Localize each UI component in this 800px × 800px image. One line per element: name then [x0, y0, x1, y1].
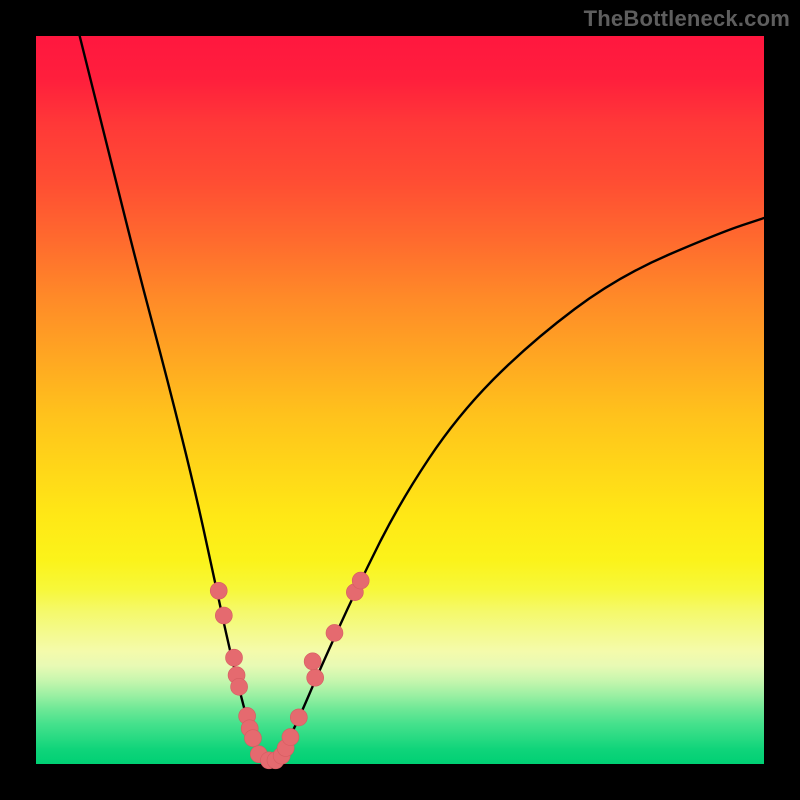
data-point-right-mid-1: [290, 709, 307, 726]
data-point-right-mid-3: [304, 653, 321, 670]
chart-root: TheBottleneck.com: [0, 0, 800, 800]
data-point-left-upper-2: [215, 607, 232, 624]
chart-svg: [36, 36, 764, 764]
bottleneck-curve: [80, 36, 764, 760]
data-point-left-upper-1: [210, 582, 227, 599]
chart-frame: [36, 36, 764, 764]
data-point-right-upper-1: [326, 624, 343, 641]
data-point-left-mid-1: [226, 649, 243, 666]
data-point-left-low-3: [244, 730, 261, 747]
data-points-group: [210, 572, 369, 769]
data-point-right-upper-3: [352, 572, 369, 589]
data-point-right-mid-2: [307, 669, 324, 686]
data-point-right-low-2: [282, 729, 299, 746]
watermark-text: TheBottleneck.com: [584, 6, 790, 32]
data-point-left-mid-3: [231, 678, 248, 695]
